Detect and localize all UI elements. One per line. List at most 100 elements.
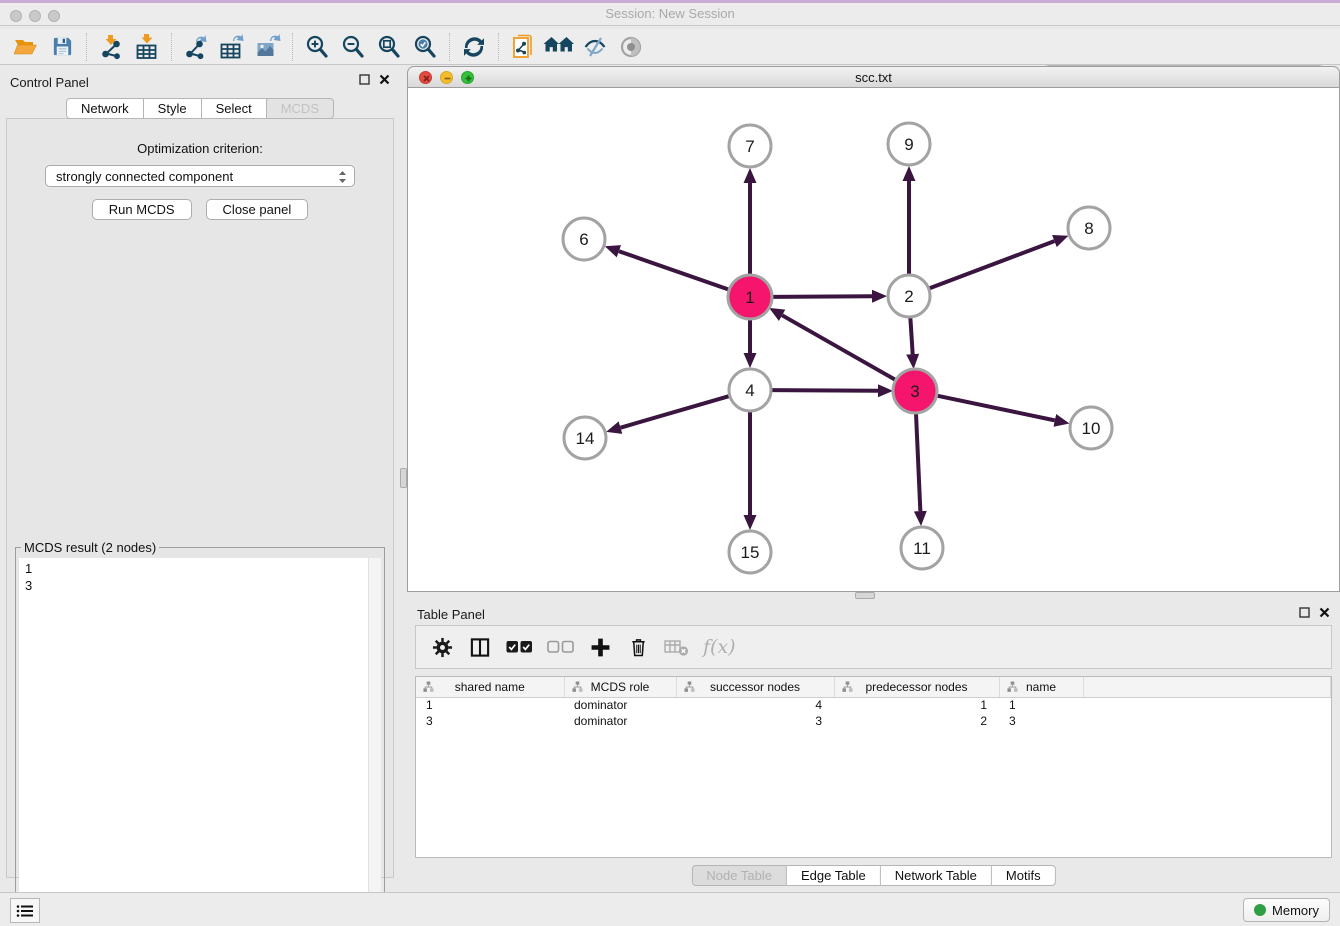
tab-select[interactable]: Select bbox=[202, 98, 267, 119]
table-settings-icon[interactable] bbox=[430, 632, 454, 662]
export-image-icon[interactable] bbox=[250, 32, 286, 62]
home-icon[interactable] bbox=[541, 32, 577, 62]
table-cell[interactable]: 3 bbox=[999, 713, 1083, 729]
graph-edge-4-3[interactable] bbox=[772, 390, 878, 391]
table-cell[interactable]: 1 bbox=[999, 697, 1083, 713]
mcds-result-list[interactable]: 13 bbox=[19, 558, 381, 925]
save-icon[interactable] bbox=[44, 32, 80, 62]
table-cell[interactable]: 4 bbox=[676, 697, 834, 713]
function-builder-icon[interactable]: f(x) bbox=[703, 632, 736, 662]
zoom-window-button[interactable] bbox=[48, 10, 60, 22]
import-table-icon[interactable] bbox=[129, 32, 165, 62]
close-panel-icon[interactable] bbox=[1319, 607, 1330, 618]
table-cell[interactable]: dominator bbox=[564, 713, 676, 729]
memory-button[interactable]: Memory bbox=[1243, 898, 1330, 922]
add-row-icon[interactable] bbox=[588, 632, 612, 662]
network-canvas[interactable]: 1234678910111415 bbox=[407, 88, 1340, 592]
refresh-icon[interactable] bbox=[456, 32, 492, 62]
column-header-MCDS-role[interactable]: MCDS role bbox=[564, 677, 676, 697]
mcds-result-title: MCDS result (2 nodes) bbox=[21, 540, 159, 555]
select-all-icon[interactable] bbox=[506, 632, 533, 662]
minimize-window-button[interactable] bbox=[29, 10, 41, 22]
deselect-all-icon[interactable] bbox=[547, 632, 574, 662]
column-header-successor-nodes[interactable]: successor nodes bbox=[676, 677, 834, 697]
export-network-icon[interactable] bbox=[178, 32, 214, 62]
window-title: Session: New Session bbox=[0, 3, 1340, 25]
graph-edge-1-6[interactable] bbox=[619, 251, 729, 290]
splitter-grip[interactable] bbox=[855, 592, 875, 599]
status-bar: Memory bbox=[0, 892, 1340, 926]
zoom-in-icon[interactable] bbox=[299, 32, 335, 62]
tab-network-table[interactable]: Network Table bbox=[881, 865, 992, 886]
close-panel-button[interactable]: Close panel bbox=[206, 199, 309, 220]
table-panel-tabs: Node TableEdge TableNetwork TableMotifs bbox=[691, 865, 1055, 886]
table-row[interactable]: 3dominator323 bbox=[416, 713, 1331, 729]
hide-panel-eye-icon[interactable] bbox=[577, 32, 613, 62]
network-window-titlebar[interactable]: scc.txt bbox=[407, 66, 1340, 88]
graph-edge-1-2[interactable] bbox=[772, 296, 872, 297]
main-toolbar bbox=[0, 29, 1340, 65]
float-panel-icon[interactable] bbox=[359, 74, 370, 85]
delete-table-icon[interactable] bbox=[664, 632, 689, 662]
task-history-button[interactable] bbox=[10, 898, 40, 923]
tab-network[interactable]: Network bbox=[66, 98, 144, 119]
delete-row-icon[interactable] bbox=[626, 632, 650, 662]
table-cell[interactable]: 1 bbox=[416, 697, 564, 713]
tab-mcds[interactable]: MCDS bbox=[267, 98, 334, 119]
tab-motifs[interactable]: Motifs bbox=[992, 865, 1056, 886]
table-cell[interactable]: 2 bbox=[834, 713, 999, 729]
show-panel-eye-icon[interactable] bbox=[613, 32, 649, 62]
graph-edge-2-8[interactable] bbox=[930, 241, 1055, 288]
graph-node-label: 14 bbox=[576, 429, 595, 448]
column-header-name[interactable]: name bbox=[999, 677, 1083, 697]
graph-edge-3-11[interactable] bbox=[916, 413, 920, 511]
table-cell[interactable]: 1 bbox=[834, 697, 999, 713]
float-panel-icon[interactable] bbox=[1299, 607, 1310, 618]
horizontal-splitter[interactable] bbox=[407, 592, 1340, 600]
zoom-out-icon[interactable] bbox=[335, 32, 371, 62]
toolbar-separator bbox=[292, 33, 293, 61]
open-file-icon[interactable] bbox=[8, 32, 44, 62]
mcds-panel: Optimization criterion: strongly connect… bbox=[6, 118, 394, 878]
toggle-columns-icon[interactable] bbox=[468, 632, 492, 662]
application-window: Session: New Session bbox=[0, 0, 1340, 926]
run-mcds-button[interactable]: Run MCDS bbox=[92, 199, 192, 220]
graph-node-label: 4 bbox=[745, 381, 754, 400]
criterion-dropdown[interactable]: strongly connected component bbox=[45, 165, 355, 187]
network-view-window: scc.txt 1234678910111415 bbox=[407, 66, 1340, 592]
node-table[interactable]: shared nameMCDS rolesuccessor nodesprede… bbox=[415, 676, 1332, 858]
close-panel-icon[interactable] bbox=[379, 74, 390, 85]
vertical-splitter[interactable] bbox=[400, 66, 407, 886]
tab-node-table[interactable]: Node Table bbox=[691, 865, 787, 886]
control-panel: Control Panel NetworkStyleSelectMCDS Opt… bbox=[0, 66, 400, 886]
close-view-button[interactable] bbox=[419, 71, 432, 84]
graph-edge-2-3[interactable] bbox=[910, 318, 912, 354]
zoom-selected-icon[interactable] bbox=[407, 32, 443, 62]
graph-edge-3-1[interactable] bbox=[782, 315, 896, 380]
memory-label: Memory bbox=[1272, 903, 1319, 918]
scrollbar[interactable] bbox=[368, 558, 381, 925]
column-header-shared-name[interactable]: shared name bbox=[416, 677, 564, 697]
table-row[interactable]: 1dominator411 bbox=[416, 697, 1331, 713]
table-cell[interactable]: 3 bbox=[416, 713, 564, 729]
splitter-grip[interactable] bbox=[400, 468, 407, 488]
graph-edge-3-10[interactable] bbox=[937, 396, 1055, 421]
graph-edge-4-14[interactable] bbox=[621, 396, 729, 428]
maximize-view-button[interactable] bbox=[461, 71, 474, 84]
table-panel: Table Panel bbox=[407, 600, 1340, 888]
column-header-predecessor-nodes[interactable]: predecessor nodes bbox=[834, 677, 999, 697]
graph-node-label: 6 bbox=[579, 230, 588, 249]
import-network-icon[interactable] bbox=[93, 32, 129, 62]
export-table-icon[interactable] bbox=[214, 32, 250, 62]
minimize-view-button[interactable] bbox=[440, 71, 453, 84]
close-window-button[interactable] bbox=[10, 10, 22, 22]
table-cell[interactable]: dominator bbox=[564, 697, 676, 713]
control-panel-tabs: NetworkStyleSelectMCDS bbox=[0, 98, 400, 119]
tab-edge-table[interactable]: Edge Table bbox=[787, 865, 881, 886]
tab-style[interactable]: Style bbox=[144, 98, 202, 119]
graph-node-label: 2 bbox=[904, 287, 913, 306]
zoom-fit-icon[interactable] bbox=[371, 32, 407, 62]
toolbar-separator bbox=[86, 33, 87, 61]
table-cell[interactable]: 3 bbox=[676, 713, 834, 729]
network-from-file-icon[interactable] bbox=[505, 32, 541, 62]
